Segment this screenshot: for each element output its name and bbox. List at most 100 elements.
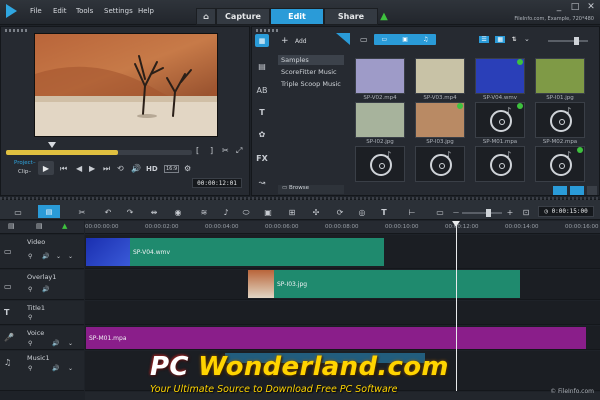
music-track-expand-icon[interactable]: ⌄: [68, 365, 73, 372]
video-track-options-icon[interactable]: ⌄: [56, 253, 61, 260]
record-icon[interactable]: ◉: [172, 208, 184, 218]
mark-in-icon[interactable]: [: [196, 146, 199, 155]
overlay-track-mute-icon[interactable]: 🔊: [42, 286, 49, 293]
browse-button[interactable]: ▭ Browse: [278, 185, 344, 194]
show-audio-icon[interactable]: ♫: [423, 36, 428, 43]
thumbnail-view-icon[interactable]: ▦: [495, 36, 505, 43]
menu-file[interactable]: File: [30, 7, 42, 15]
filter-icon[interactable]: FX: [255, 154, 269, 163]
ripple-edit-icon[interactable]: ▲: [62, 222, 67, 230]
folder-triple-scoop-music[interactable]: Triple Scoop Music: [278, 79, 344, 89]
mark-out-icon[interactable]: ]: [210, 146, 213, 155]
tab-share[interactable]: Share: [324, 8, 378, 25]
tools-icon[interactable]: ✂: [76, 208, 88, 218]
title-track-link-icon[interactable]: ⚲: [28, 314, 32, 321]
media-thumbnail[interactable]: ♪: [475, 146, 525, 182]
list-view-icon[interactable]: ☰: [479, 36, 489, 43]
auto-music-icon[interactable]: ♪: [220, 208, 232, 218]
media-thumbnail[interactable]: [415, 58, 465, 94]
go-to-start-icon[interactable]: ⏮: [60, 164, 67, 174]
mask-creator-icon[interactable]: ◎: [356, 208, 368, 218]
add-folder-icon[interactable]: +: [281, 36, 289, 46]
transition-icon[interactable]: AB: [255, 86, 269, 95]
playhead-handle[interactable]: [452, 221, 460, 227]
path-icon[interactable]: ↝: [255, 178, 269, 187]
tab-edit[interactable]: Edit: [270, 8, 324, 25]
resize-icon[interactable]: ⤢: [236, 146, 242, 156]
video-clip-thumbnail[interactable]: [86, 238, 130, 266]
graphic-icon[interactable]: ✿: [255, 130, 269, 139]
previous-frame-icon[interactable]: ◀: [76, 164, 82, 173]
zoom-handle[interactable]: [486, 209, 491, 217]
sort-options-icon[interactable]: ⌄: [524, 35, 530, 43]
show-photo-icon[interactable]: ▣: [402, 36, 408, 43]
library-option-3-icon[interactable]: [587, 186, 597, 195]
split-clip-icon[interactable]: ✂: [222, 146, 229, 155]
track-header-overlay1[interactable]: ▭ Overlay1 ⚲ 🔊: [0, 270, 84, 300]
close-button[interactable]: ✕: [584, 2, 598, 12]
next-frame-icon[interactable]: ▶: [89, 164, 95, 173]
timeline-grip[interactable]: [0, 197, 600, 200]
trim-icon[interactable]: ⇹: [148, 208, 160, 218]
media-thumbnail[interactable]: [355, 58, 405, 94]
home-button[interactable]: ⌂: [196, 8, 216, 25]
media-thumbnail[interactable]: ♪: [535, 102, 585, 138]
library-option-1-icon[interactable]: [553, 186, 567, 195]
overlay-clip-thumbnail[interactable]: [248, 270, 274, 298]
track-header-title1[interactable]: T Title1 ⚲: [0, 301, 84, 325]
media-thumbnail[interactable]: [535, 58, 585, 94]
clip-mode-label[interactable]: Clip–: [18, 169, 31, 175]
track-header-video[interactable]: ▭ Video ⚲ 🔊 ⌄ ⌄: [0, 235, 84, 269]
media-thumbnail[interactable]: ♪: [535, 146, 585, 182]
repeat-icon[interactable]: ⟲: [117, 164, 124, 173]
panel-grip[interactable]: [5, 29, 27, 32]
fit-timeline-icon[interactable]: ⊡: [520, 208, 532, 218]
chapter-point-icon[interactable]: ▤: [36, 222, 43, 230]
video-track-expand-icon[interactable]: ⌄: [68, 253, 73, 260]
duration-icon[interactable]: ⊢: [406, 208, 418, 218]
volume-icon[interactable]: 🔊: [131, 164, 141, 173]
playhead-line[interactable]: [456, 221, 457, 391]
menu-edit[interactable]: Edit: [53, 7, 67, 15]
track-header-voice[interactable]: 🎤 Voice ⚲ 🔊 ⌄: [0, 326, 84, 350]
fit-project-icon[interactable]: ▭: [434, 208, 446, 218]
redo-icon[interactable]: ↷: [124, 208, 136, 218]
zoom-in-icon[interactable]: +: [504, 208, 516, 218]
subtitle-icon[interactable]: ▣: [262, 208, 274, 218]
go-to-end-icon[interactable]: ⏭: [103, 164, 110, 174]
maximize-button[interactable]: □: [568, 2, 582, 12]
show-video-icon[interactable]: ▭: [382, 36, 388, 43]
media-thumbnail[interactable]: ♪: [475, 102, 525, 138]
video-track-mute-icon[interactable]: 🔊: [42, 253, 49, 260]
timeline-view-button[interactable]: ▤: [38, 205, 60, 218]
thumbnail-size-handle[interactable]: [574, 37, 579, 45]
minimize-button[interactable]: _: [552, 2, 566, 12]
media-thumbnail[interactable]: [475, 58, 525, 94]
timeline-ruler[interactable]: 00:00:00:00 00:00:02:00 00:00:04:00 00:00:0…: [85, 221, 600, 234]
time-remap-icon[interactable]: ⟳: [334, 208, 346, 218]
voice-track-mute-icon[interactable]: 🔊: [52, 340, 59, 347]
voice-track-expand-icon[interactable]: ⌄: [68, 340, 73, 347]
voice-track-link-icon[interactable]: ⚲: [28, 340, 32, 347]
sound-mixer-icon[interactable]: ≋: [198, 208, 210, 218]
video-clip[interactable]: SP-V04.wmv: [130, 238, 384, 266]
video-track-link-icon[interactable]: ⚲: [28, 253, 32, 260]
tab-capture[interactable]: Capture: [216, 8, 270, 25]
preview-settings-icon[interactable]: ⚙: [184, 164, 191, 173]
media-thumbnail[interactable]: [415, 102, 465, 138]
title-icon[interactable]: T: [255, 108, 269, 117]
player-timecode[interactable]: 00:00:12:01: [192, 178, 242, 188]
upgrade-icon[interactable]: ▲: [378, 9, 390, 23]
library-option-2-icon[interactable]: [570, 186, 584, 195]
menu-tools[interactable]: Tools: [76, 7, 93, 15]
motion-tracking-icon[interactable]: ⬭: [240, 208, 252, 218]
preview-window[interactable]: [34, 33, 218, 137]
music-track-link-icon[interactable]: ⚲: [28, 365, 32, 372]
sort-icon[interactable]: ⇅: [512, 36, 517, 43]
media-thumbnail[interactable]: [355, 102, 405, 138]
timeline-timecode[interactable]: ◷ 0:00:15:00: [538, 206, 594, 217]
folder-samples[interactable]: Samples: [278, 55, 344, 65]
track-header-music1[interactable]: ♫ Music1 ⚲ 🔊 ⌄: [0, 351, 84, 391]
overlay-clip[interactable]: SP-I03.jpg: [274, 270, 520, 298]
add-folder-label[interactable]: Add: [295, 38, 307, 45]
